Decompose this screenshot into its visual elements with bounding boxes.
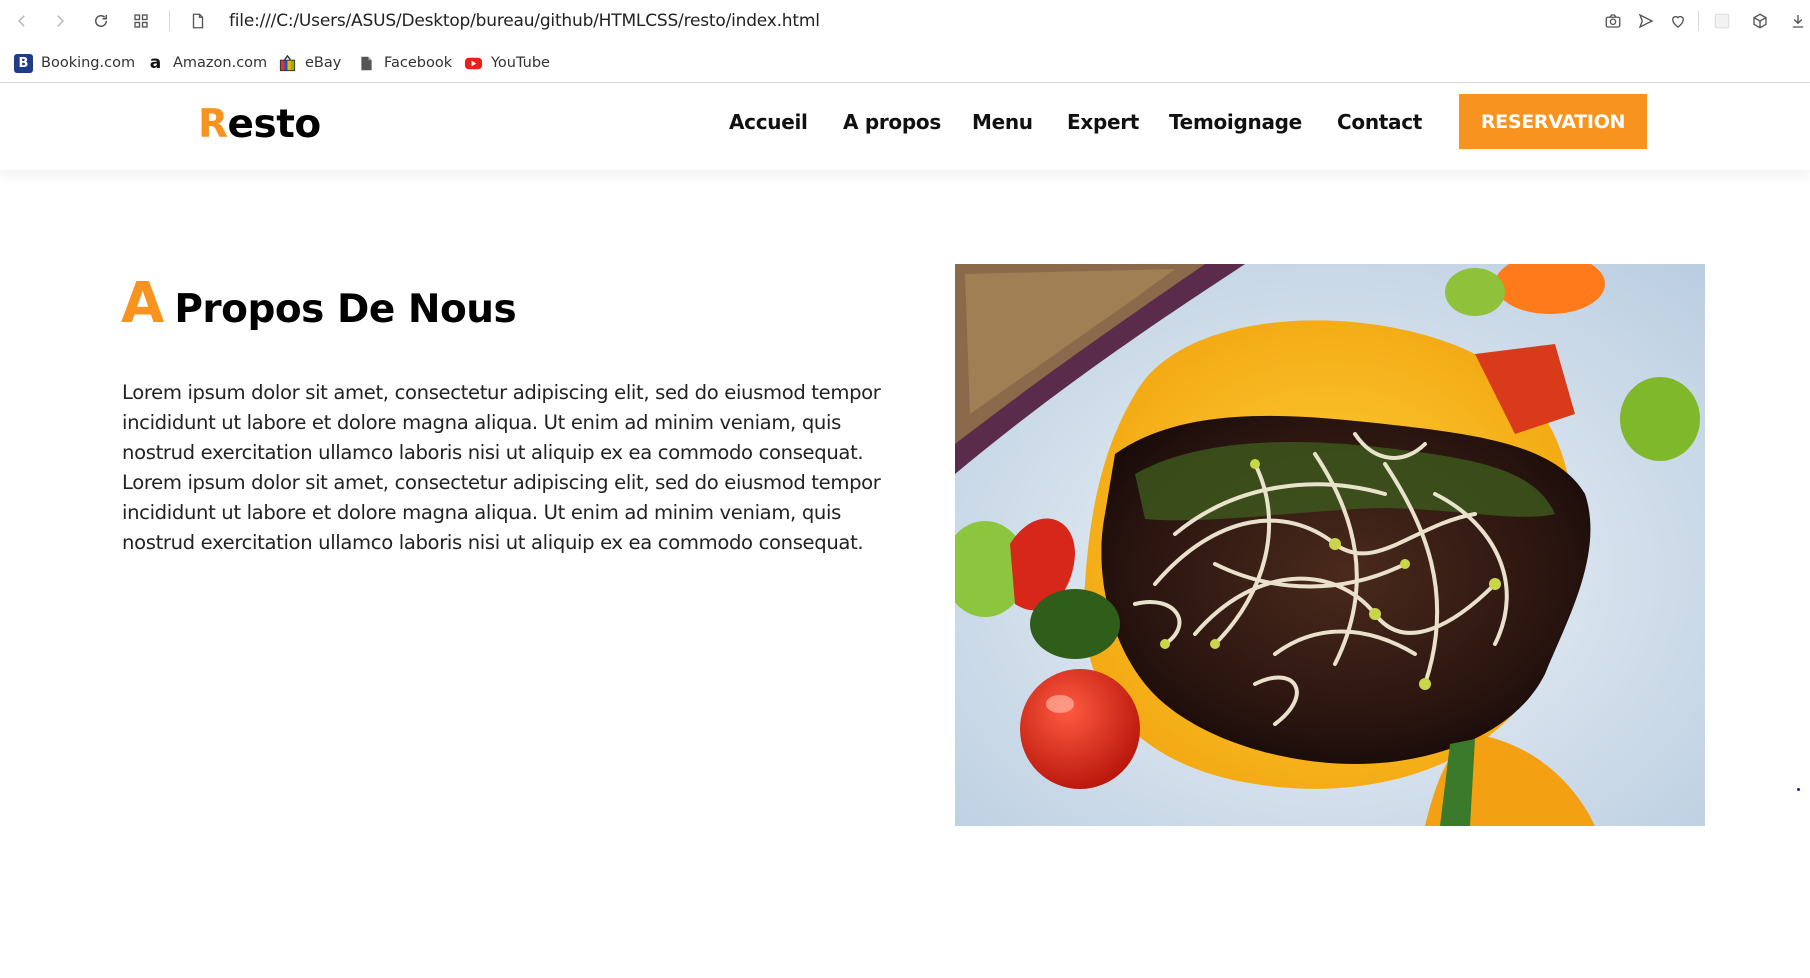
bookmarks-bar: B Booking.com a Amazon.com eBay Facebook… <box>0 42 1810 83</box>
ebay-icon <box>278 54 297 73</box>
food-photo <box>955 264 1705 826</box>
reload-icon[interactable] <box>89 9 113 33</box>
nav-a-propos[interactable]: A propos <box>843 110 941 134</box>
heart-icon[interactable] <box>1666 9 1690 33</box>
nav-temoignage[interactable]: Temoignage <box>1169 110 1302 134</box>
nav-accueil[interactable]: Accueil <box>729 110 808 134</box>
page-icon <box>186 9 210 33</box>
document-icon <box>357 54 376 73</box>
logo[interactable]: Resto <box>198 102 321 147</box>
browser-toolbar: file:///C:/Users/ASUS/Desktop/bureau/git… <box>0 0 1810 42</box>
box-icon[interactable] <box>1748 9 1772 33</box>
camera-icon[interactable] <box>1601 9 1625 33</box>
tabs-grid-icon[interactable] <box>129 9 153 33</box>
about-paragraph: Lorem ipsum dolor sit amet, consectetur … <box>122 381 881 554</box>
bookmark-ebay[interactable]: eBay <box>278 52 341 74</box>
forward-icon[interactable] <box>48 9 72 33</box>
nav-contact[interactable]: Contact <box>1337 110 1422 134</box>
bookmark-youtube[interactable]: YouTube <box>464 52 550 74</box>
section-title: A Propos De Nous <box>121 271 517 336</box>
bookmark-facebook[interactable]: Facebook <box>357 52 452 74</box>
send-icon[interactable] <box>1634 9 1658 33</box>
nav-expert[interactable]: Expert <box>1067 110 1139 134</box>
nav-menu[interactable]: Menu <box>972 110 1033 134</box>
site-header: Resto Accueil A propos Menu Expert Temoi… <box>0 84 1810 170</box>
indicator-dot <box>1797 788 1800 791</box>
amazon-icon: a <box>149 53 162 73</box>
download-icon[interactable] <box>1786 9 1810 33</box>
back-icon[interactable] <box>10 9 34 33</box>
youtube-icon <box>464 54 483 73</box>
address-bar[interactable]: file:///C:/Users/ASUS/Desktop/bureau/git… <box>229 11 820 31</box>
bookmark-amazon[interactable]: a Amazon.com <box>146 52 267 74</box>
steak-dish-image <box>955 264 1705 826</box>
booking-icon: B <box>14 53 33 73</box>
bookmark-booking[interactable]: B Booking.com <box>14 52 135 74</box>
reservation-button[interactable]: RESERVATION <box>1459 94 1647 149</box>
extension-icon[interactable] <box>1710 9 1734 33</box>
